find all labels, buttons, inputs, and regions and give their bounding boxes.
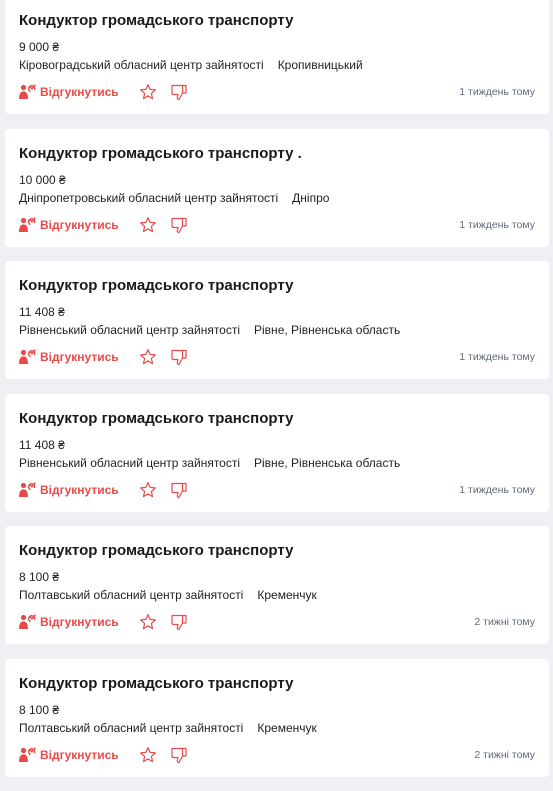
- job-meta: Полтавський обласний центр зайнятості Кре…: [19, 721, 317, 735]
- job-title[interactable]: Кондуктор громадського транспорту: [19, 542, 293, 559]
- job-title[interactable]: Кондуктор громадського транспорту: [19, 12, 293, 29]
- person-respond-icon: [18, 349, 36, 365]
- job-title[interactable]: Кондуктор громадського транспорту: [19, 277, 293, 294]
- person-respond-icon: [18, 216, 36, 233]
- person-respond-icon: [18, 614, 36, 630]
- posted-time: 2 тижні тому: [474, 616, 535, 628]
- star-icon[interactable]: [139, 613, 157, 631]
- job-card[interactable]: Кондуктор громадського транспорту 11 408…: [5, 261, 549, 379]
- job-city: Рівне, Рівненська область: [254, 455, 401, 470]
- respond-button[interactable]: Відгукнутись: [18, 614, 119, 630]
- job-meta: Дніпропетровський обласний центр зайнято…: [19, 191, 329, 205]
- person-respond-icon: [18, 481, 36, 498]
- job-card[interactable]: Кондуктор громадського транспорту 8 100 …: [5, 526, 549, 644]
- respond-button[interactable]: Відгукнутись: [18, 349, 119, 365]
- thumbs-down-icon[interactable]: [170, 216, 188, 234]
- star-icon[interactable]: [139, 83, 157, 101]
- respond-label: Відгукнутись: [40, 747, 119, 762]
- respond-label: Відгукнутись: [40, 217, 119, 232]
- person-respond-icon: [18, 84, 36, 100]
- job-actions: Відгукнутись: [18, 348, 188, 366]
- respond-button[interactable]: Відгукнутись: [18, 216, 119, 233]
- respond-label: Відгукнутись: [40, 615, 119, 629]
- respond-button[interactable]: Відгукнутись: [18, 84, 119, 100]
- job-meta: Полтавський обласний центр зайнятості Кре…: [19, 588, 317, 602]
- person-respond-icon: [18, 746, 36, 763]
- thumbs-down-icon[interactable]: [170, 481, 188, 499]
- job-city: Кременчук: [257, 720, 317, 735]
- job-list: Кондуктор громадського транспорту 9 000 …: [5, 0, 549, 791]
- job-employer: Рівненський обласний центр зайнятості: [19, 455, 241, 470]
- job-salary: 10 000 ₴: [19, 172, 66, 187]
- posted-time: 1 тиждень тому: [459, 86, 535, 98]
- star-icon[interactable]: [139, 348, 157, 366]
- job-meta: Рівненський обласний центр зайнятості Рів…: [19, 323, 400, 337]
- posted-time: 1 тиждень тому: [459, 351, 535, 363]
- star-icon[interactable]: [139, 216, 157, 234]
- thumbs-down-icon[interactable]: [170, 348, 188, 366]
- job-employer: Рівненський обласний центр зайнятості: [19, 323, 241, 337]
- job-meta: Кіровоградський обласний центр зайнятост…: [19, 58, 363, 72]
- job-employer: Дніпропетровський обласний центр зайнято…: [19, 190, 279, 205]
- job-employer: Полтавський обласний центр зайнятості: [19, 588, 244, 602]
- job-meta: Рівненський обласний центр зайнятості Рів…: [19, 456, 400, 470]
- job-salary: 9 000 ₴: [19, 40, 60, 54]
- job-card[interactable]: Кондуктор громадського транспорту . 10 0…: [5, 128, 549, 247]
- respond-button[interactable]: Відгукнутись: [18, 746, 119, 763]
- respond-label: Відгукнутись: [40, 482, 119, 497]
- job-actions: Відгукнутись: [18, 216, 188, 234]
- job-city: Кременчук: [257, 588, 317, 602]
- thumbs-down-icon[interactable]: [170, 83, 188, 101]
- job-card[interactable]: Кондуктор громадського транспорту 8 100 …: [5, 658, 549, 777]
- job-city: Рівне, Рівненська область: [254, 323, 401, 337]
- respond-button[interactable]: Відгукнутись: [18, 481, 119, 498]
- job-title[interactable]: Кондуктор громадського транспорту .: [19, 145, 302, 162]
- job-actions: Відгукнутись: [18, 481, 188, 499]
- job-title[interactable]: Кондуктор громадського транспорту: [19, 410, 293, 427]
- job-employer: Кіровоградський обласний центр зайнятост…: [19, 58, 264, 72]
- job-actions: Відгукнутись: [18, 613, 188, 631]
- star-icon[interactable]: [139, 746, 157, 764]
- job-salary: 11 408 ₴: [19, 437, 65, 452]
- job-actions: Відгукнутись: [18, 83, 188, 101]
- job-card[interactable]: Кондуктор громадського транспорту 9 000 …: [5, 0, 549, 114]
- job-salary: 11 408 ₴: [19, 305, 65, 319]
- job-city: Дніпро: [292, 190, 330, 205]
- posted-time: 1 тиждень тому: [459, 218, 535, 231]
- job-salary: 8 100 ₴: [19, 702, 60, 717]
- thumbs-down-icon[interactable]: [170, 746, 188, 764]
- star-icon[interactable]: [139, 481, 157, 499]
- thumbs-down-icon[interactable]: [170, 613, 188, 631]
- job-city: Кропивницький: [277, 58, 363, 72]
- job-employer: Полтавський обласний центр зайнятості: [19, 720, 244, 735]
- posted-time: 2 тижні тому: [474, 748, 535, 761]
- job-actions: Відгукнутись: [18, 746, 188, 764]
- job-salary: 8 100 ₴: [19, 570, 60, 584]
- respond-label: Відгукнутись: [40, 350, 119, 364]
- job-card[interactable]: Кондуктор громадського транспорту 11 408…: [5, 393, 549, 512]
- posted-time: 1 тиждень тому: [459, 483, 535, 496]
- job-title[interactable]: Кондуктор громадського транспорту: [19, 675, 293, 692]
- respond-label: Відгукнутись: [40, 85, 119, 99]
